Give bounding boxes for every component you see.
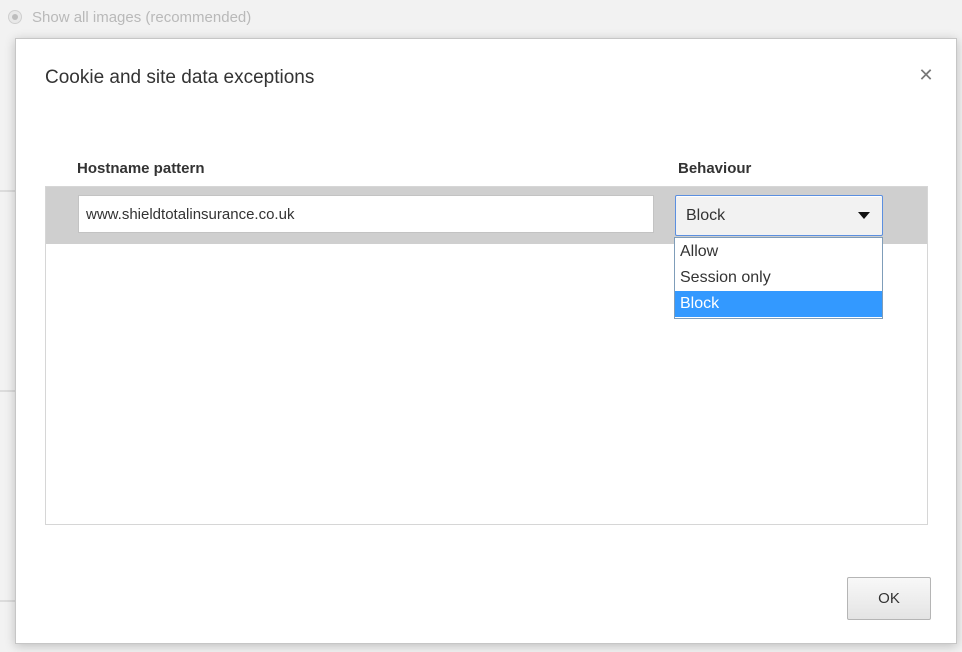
chevron-down-icon	[858, 212, 870, 219]
behaviour-dropdown: Allow Session only Block	[674, 237, 883, 319]
option-block[interactable]: Block	[675, 291, 882, 317]
behaviour-select[interactable]: Block	[675, 195, 883, 236]
column-header-hostname: Hostname pattern	[77, 160, 205, 177]
option-session-only[interactable]: Session only	[675, 265, 882, 291]
background-divider	[0, 600, 16, 602]
background-option-label: Show all images (recommended)	[32, 8, 252, 26]
background-radio-option: Show all images (recommended)	[8, 6, 251, 28]
ok-button[interactable]: OK	[847, 577, 931, 620]
cookie-exceptions-dialog: Cookie and site data exceptions ✕ Hostna…	[15, 38, 957, 644]
close-icon[interactable]: ✕	[916, 65, 936, 85]
background-divider	[0, 190, 16, 192]
exception-row[interactable]: Block	[46, 187, 927, 244]
option-allow[interactable]: Allow	[675, 239, 882, 265]
radio-icon	[8, 10, 22, 24]
behaviour-select-value: Block	[686, 206, 726, 224]
dialog-title: Cookie and site data exceptions	[45, 67, 315, 88]
hostname-input[interactable]	[78, 195, 654, 233]
background-divider	[0, 390, 16, 392]
column-header-behaviour: Behaviour	[678, 160, 752, 177]
